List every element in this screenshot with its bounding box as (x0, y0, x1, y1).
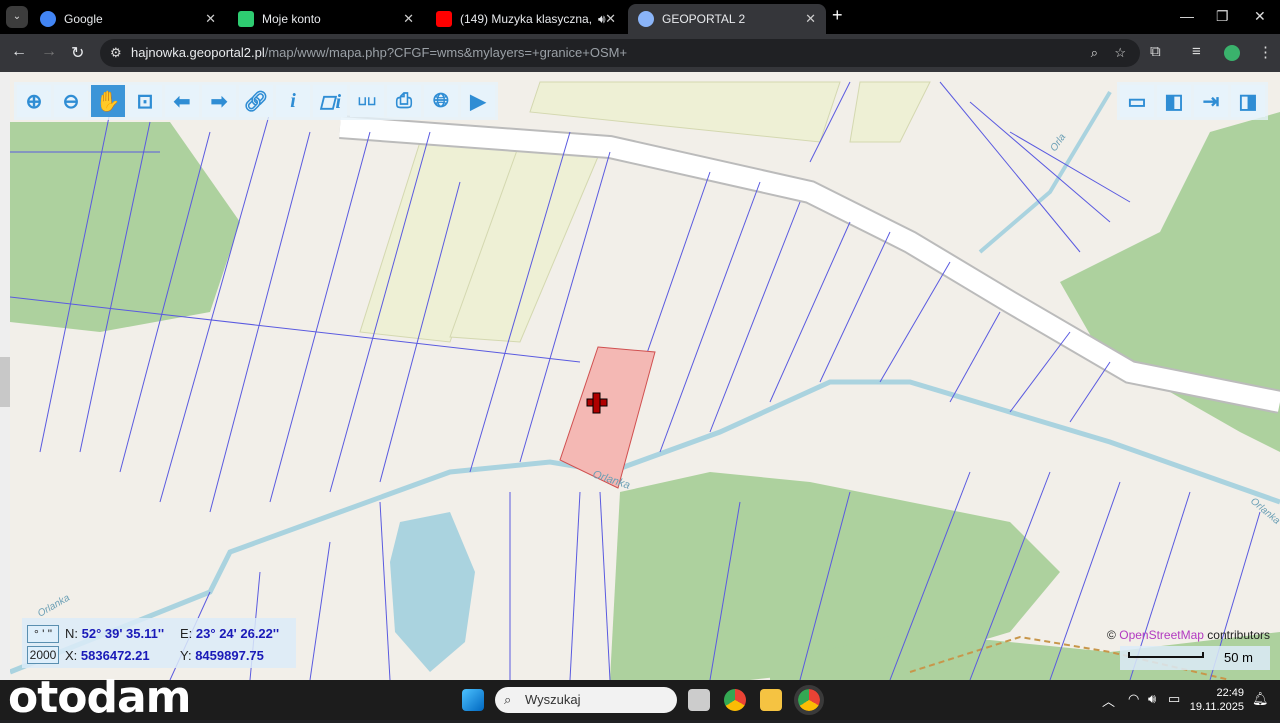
url-path: /map/www/mapa.php?CFGF=wms&mylayers=+gra… (264, 45, 628, 60)
tab-title: (149) Muzyka klasyczna, któ (460, 12, 592, 26)
task-view-icon[interactable] (688, 689, 710, 711)
site-info-icon[interactable]: ⚙ (110, 39, 122, 67)
reload-icon[interactable]: ↻ (71, 43, 84, 63)
close-icon[interactable]: ✕ (205, 11, 216, 27)
tab-title: Google (64, 12, 103, 26)
minimize-button[interactable]: — (1180, 8, 1194, 24)
taskbar-search[interactable]: ⌕ Wyszukaj (495, 687, 677, 713)
map-layers: Orlanka Orla Orlanka Orlanka (10, 81, 1280, 680)
url-domain: hajnowka.geoportal2.pl (131, 45, 265, 60)
map-canvas[interactable]: Orlanka Orla Orlanka Orlanka ⊕ ⊖ ✋ ⊡ ⬅ ➡… (10, 72, 1280, 680)
pond (390, 512, 475, 672)
address-bar-area: ← → ↻ ⚙ hajnowka.geoportal2.pl/map/www/ma… (0, 34, 1280, 72)
bookmark-star-icon[interactable]: ☆ (1114, 39, 1126, 67)
y-readout: Y: 8459897.75 (180, 648, 264, 663)
url-input[interactable]: ⚙ hajnowka.geoportal2.pl/map/www/mapa.php… (100, 39, 1140, 67)
media-icon[interactable]: ≡ (1192, 43, 1201, 60)
forward-icon[interactable]: → (41, 43, 57, 61)
close-window-button[interactable]: ✕ (1254, 8, 1266, 25)
coord-system-button[interactable]: 2000 (27, 646, 59, 664)
zoom-box-icon[interactable]: ⊡ (128, 85, 162, 117)
clock[interactable]: 22:49 19.11.2025 (1190, 686, 1244, 714)
attribution: © OpenStreetMap contributors (1107, 628, 1270, 642)
link-icon[interactable]: 🔗︎ (239, 85, 273, 117)
scale-label: 50 m (1224, 650, 1253, 665)
tab-search-button[interactable]: ⌄ (6, 6, 28, 28)
search-icon: ⌕ (504, 692, 512, 707)
geoportal-icon (638, 11, 654, 27)
measure-icon[interactable]: ⊔⊔ (350, 85, 384, 117)
tray-chevron-icon[interactable]: ︿ (1102, 691, 1115, 710)
battery-icon[interactable]: ▭ (1168, 691, 1180, 707)
coordinates-panel: ° ' " 2000 N: 52° 39' 35.11'' E: 23° 24'… (22, 618, 296, 668)
river-label: Orla (1048, 132, 1068, 154)
identify-icon[interactable]: ◻i (313, 85, 347, 117)
print-icon[interactable]: ⎙ (387, 85, 421, 117)
notification-bell-icon[interactable]: 🔔︎ (1252, 691, 1269, 707)
selected-parcel (559, 346, 656, 489)
google-icon (40, 11, 56, 27)
maximize-button[interactable]: ❐ (1216, 8, 1229, 25)
map-toolbar: ⊕ ⊖ ✋ ⊡ ⬅ ➡ 🔗︎ i ◻i ⊔⊔ ⎙ 🌐︎ ▶ (14, 82, 498, 120)
profile-avatar[interactable] (1224, 45, 1240, 61)
video-camera-icon[interactable]: ▶ (461, 85, 495, 117)
dms-format-button[interactable]: ° ' " (27, 625, 59, 643)
tab-title: Moje konto (262, 12, 321, 26)
arrow-right-icon[interactable]: ➡ (202, 85, 236, 117)
new-tab-button[interactable]: + (832, 5, 843, 26)
left-panel-icon[interactable]: ◧ (1157, 85, 1191, 117)
layout-toolbar: ▭ ◧ ⇥ ◨ (1117, 82, 1268, 120)
tab-google[interactable]: Google ✕ (30, 4, 226, 34)
tab-title: GEOPORTAL 2 (662, 12, 746, 26)
back-icon[interactable]: ← (11, 43, 27, 61)
extensions-icon[interactable]: ⧉ (1150, 43, 1161, 60)
globe-icon[interactable]: 🌐︎ (424, 85, 458, 117)
close-icon[interactable]: ✕ (805, 11, 816, 27)
menu-icon[interactable]: ⋮ (1258, 43, 1273, 61)
zoom-out-icon[interactable]: ⊖ (54, 85, 88, 117)
otodam-watermark-logo: otodam (8, 672, 192, 723)
side-panel-handle[interactable] (0, 72, 10, 680)
river-label: Orlanka (36, 592, 72, 619)
tab-moje-konto[interactable]: Moje konto ✕ (228, 4, 424, 34)
right-panel-icon[interactable]: ◨ (1231, 85, 1265, 117)
export-icon[interactable]: ⇥ (1194, 85, 1228, 117)
youtube-icon (436, 11, 452, 27)
scale-bar: 50 m (1120, 646, 1270, 670)
file-explorer-icon[interactable] (760, 689, 782, 711)
taskbar: ⌕ Wyszukaj ︿ ◠ 🔊︎ ▭ 22:49 19.11.2025 🔔︎ (0, 680, 1280, 720)
account-icon (238, 11, 254, 27)
x-readout: X: 5836472.21 (65, 648, 150, 663)
longitude-readout: E: 23° 24' 26.22'' (180, 626, 280, 641)
wifi-icon[interactable]: ◠ (1128, 691, 1139, 707)
arrow-left-icon[interactable]: ⬅ (165, 85, 199, 117)
windows-start-icon[interactable] (462, 689, 484, 711)
pan-hand-icon[interactable]: ✋ (91, 85, 125, 117)
volume-icon[interactable]: 🔊︎ (1148, 691, 1156, 707)
scale-line (1128, 652, 1204, 658)
tab-bar: ⌄ Google ✕ Moje konto ✕ (149) Muzyka klasy… (0, 0, 1280, 34)
osm-link[interactable]: OpenStreetMap (1119, 628, 1204, 642)
latitude-readout: N: 52° 39' 35.11'' (65, 626, 165, 641)
chrome-active-icon[interactable] (794, 685, 824, 715)
chrome-icon[interactable] (724, 689, 746, 711)
top-panel-icon[interactable]: ▭ (1120, 85, 1154, 117)
info-icon[interactable]: i (276, 85, 310, 117)
river-orla (978, 90, 1112, 254)
tab-geoportal[interactable]: GEOPORTAL 2 ✕ (628, 4, 826, 34)
tab-youtube[interactable]: (149) Muzyka klasyczna, któ🔊︎✕ (426, 4, 626, 34)
zoom-icon[interactable]: ⌕ (1091, 39, 1098, 67)
close-icon[interactable]: ✕ (605, 11, 616, 27)
close-icon[interactable]: ✕ (403, 11, 414, 27)
zoom-in-icon[interactable]: ⊕ (17, 85, 51, 117)
